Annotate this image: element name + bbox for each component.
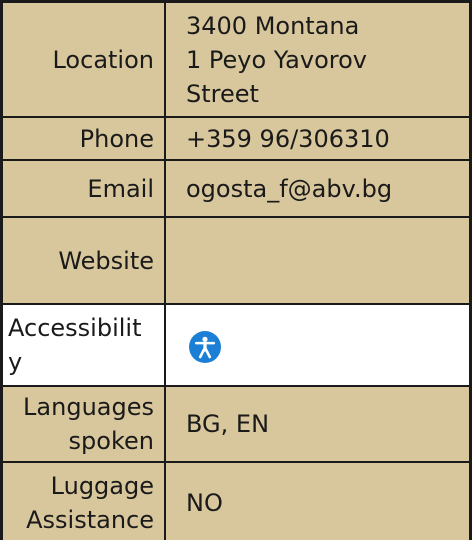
- luggage-row: Luggage Assistance NO: [3, 463, 469, 540]
- website-row: Website: [3, 218, 469, 305]
- email-label: Email: [3, 161, 166, 216]
- luggage-label-line-1: Luggage: [50, 472, 154, 500]
- accessibility-label-line-1: Accessibilit: [8, 314, 142, 342]
- luggage-label-line-2: Assistance: [26, 506, 154, 534]
- email-label-text: Email: [87, 174, 154, 203]
- website-value: [166, 218, 469, 303]
- languages-label: Languages spoken: [3, 387, 166, 461]
- venue-info-table: Location 3400 Montana 1 Peyo Yavorov Str…: [0, 0, 472, 540]
- luggage-label: Luggage Assistance: [3, 463, 166, 540]
- phone-label-text: Phone: [79, 124, 154, 153]
- languages-label-line-2: spoken: [68, 427, 154, 455]
- website-label-text: Website: [58, 246, 154, 275]
- location-line-1: 3400 Montana: [186, 11, 360, 40]
- website-label: Website: [3, 218, 166, 303]
- phone-value-text: +359 96/306310: [186, 124, 390, 153]
- phone-value: +359 96/306310: [166, 118, 469, 159]
- languages-value-text: BG, EN: [186, 410, 270, 438]
- phone-row: Phone +359 96/306310: [3, 118, 469, 161]
- accessibility-value: [166, 305, 469, 385]
- location-value: 3400 Montana 1 Peyo Yavorov Street: [166, 3, 469, 116]
- languages-value: BG, EN: [166, 387, 469, 461]
- location-line-3: Street: [186, 79, 259, 108]
- luggage-value: NO: [166, 463, 469, 540]
- accessibility-icon: [189, 331, 221, 363]
- accessibility-label-line-2: y: [8, 348, 23, 376]
- accessibility-label: Accessibilit y: [3, 305, 166, 385]
- location-label-text: Location: [52, 45, 154, 74]
- location-line-2: 1 Peyo Yavorov: [186, 45, 367, 74]
- luggage-value-text: NO: [186, 489, 223, 517]
- email-value[interactable]: ogosta_f@abv.bg: [166, 161, 469, 216]
- email-row: Email ogosta_f@abv.bg: [3, 161, 469, 218]
- email-link[interactable]: ogosta_f@abv.bg: [186, 172, 469, 206]
- location-row: Location 3400 Montana 1 Peyo Yavorov Str…: [3, 3, 469, 118]
- languages-label-line-1: Languages: [23, 393, 154, 421]
- phone-label: Phone: [3, 118, 166, 159]
- location-label: Location: [3, 3, 166, 116]
- languages-row: Languages spoken BG, EN: [3, 387, 469, 463]
- accessibility-row: Accessibilit y: [3, 305, 469, 387]
